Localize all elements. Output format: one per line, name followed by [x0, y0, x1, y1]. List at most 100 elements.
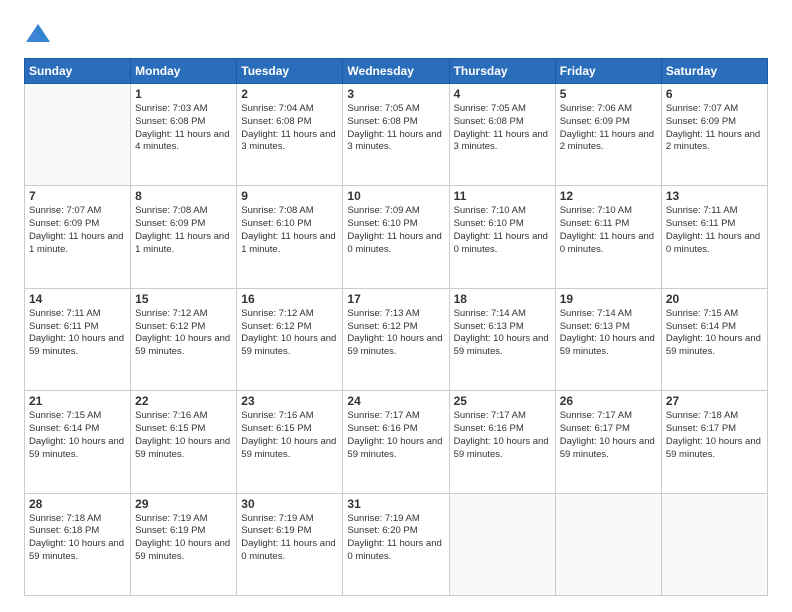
day-number: 22 — [135, 394, 232, 408]
calendar-cell: 12Sunrise: 7:10 AM Sunset: 6:11 PM Dayli… — [555, 186, 661, 288]
calendar-cell: 5 Sunrise: 7:06 AM Sunset: 6:09 PM Daylig… — [555, 84, 661, 186]
day-info: Sunrise: 7:19 AM Sunset: 6:20 PM Dayligh… — [347, 513, 444, 564]
day-number: 8 — [135, 189, 232, 203]
calendar-cell: 20Sunrise: 7:15 AM Sunset: 6:14 PM Dayli… — [661, 288, 767, 390]
calendar-cell: 4Sunrise: 7:05 AM Sunset: 6:08 PM Daylig… — [449, 84, 555, 186]
calendar-cell: 26 Sunrise: 7:17 AM Sunset: 6:17 PM Dayli… — [555, 391, 661, 493]
day-number: 24 — [347, 394, 444, 408]
day-info: Sunrise: 7:07 AM Sunset: 6:09 PM Dayligh… — [666, 103, 763, 154]
calendar-cell: 14Sunrise: 7:11 AM Sunset: 6:11 PM Dayli… — [25, 288, 131, 390]
calendar-cell — [25, 84, 131, 186]
day-number: 17 — [347, 292, 444, 306]
day-info: Sunrise: 7:17 AM Sunset: 6:16 PM Dayligh… — [347, 410, 444, 461]
day-info: Sunrise: 7:11 AM Sunset: 6:11 PM Dayligh… — [29, 308, 126, 359]
calendar-cell: 21Sunrise: 7:15 AM Sunset: 6:14 PM Dayli… — [25, 391, 131, 493]
calendar-cell: 2Sunrise: 7:04 AM Sunset: 6:08 PM Daylig… — [237, 84, 343, 186]
day-number: 11 — [454, 189, 551, 203]
day-number: 18 — [454, 292, 551, 306]
day-info: Sunrise: 7:12 AM Sunset: 6:12 PM Dayligh… — [135, 308, 232, 359]
calendar-cell: 30 Sunrise: 7:19 AM Sunset: 6:19 PM Dayli… — [237, 493, 343, 595]
day-info: Sunrise: 7:14 AM Sunset: 6:13 PM Dayligh… — [560, 308, 657, 359]
day-number: 29 — [135, 497, 232, 511]
day-info: Sunrise: 7:19 AM Sunset: 6:19 PM Dayligh… — [241, 513, 338, 564]
day-number: 3 — [347, 87, 444, 101]
calendar-cell: 28Sunrise: 7:18 AM Sunset: 6:18 PM Dayli… — [25, 493, 131, 595]
day-info: Sunrise: 7:10 AM Sunset: 6:10 PM Dayligh… — [454, 205, 551, 256]
calendar-col-header: Monday — [131, 59, 237, 84]
calendar-cell: 9 Sunrise: 7:08 AM Sunset: 6:10 PM Daylig… — [237, 186, 343, 288]
calendar-cell: 15 Sunrise: 7:12 AM Sunset: 6:12 PM Dayli… — [131, 288, 237, 390]
calendar-header-row: SundayMondayTuesdayWednesdayThursdayFrid… — [25, 59, 768, 84]
calendar-cell: 19 Sunrise: 7:14 AM Sunset: 6:13 PM Dayli… — [555, 288, 661, 390]
day-number: 31 — [347, 497, 444, 511]
day-info: Sunrise: 7:05 AM Sunset: 6:08 PM Dayligh… — [347, 103, 444, 154]
day-number: 1 — [135, 87, 232, 101]
day-info: Sunrise: 7:08 AM Sunset: 6:10 PM Dayligh… — [241, 205, 338, 256]
calendar-cell: 3 Sunrise: 7:05 AM Sunset: 6:08 PM Daylig… — [343, 84, 449, 186]
calendar-cell: 29Sunrise: 7:19 AM Sunset: 6:19 PM Dayli… — [131, 493, 237, 595]
day-info: Sunrise: 7:14 AM Sunset: 6:13 PM Dayligh… — [454, 308, 551, 359]
day-number: 9 — [241, 189, 338, 203]
day-info: Sunrise: 7:03 AM Sunset: 6:08 PM Dayligh… — [135, 103, 232, 154]
calendar-week-row: 1 Sunrise: 7:03 AM Sunset: 6:08 PM Daylig… — [25, 84, 768, 186]
calendar-cell: 7 Sunrise: 7:07 AM Sunset: 6:09 PM Daylig… — [25, 186, 131, 288]
calendar-col-header: Sunday — [25, 59, 131, 84]
calendar-cell — [661, 493, 767, 595]
day-info: Sunrise: 7:04 AM Sunset: 6:08 PM Dayligh… — [241, 103, 338, 154]
day-number: 5 — [560, 87, 657, 101]
page: SundayMondayTuesdayWednesdayThursdayFrid… — [0, 0, 792, 612]
calendar-cell: 6 Sunrise: 7:07 AM Sunset: 6:09 PM Daylig… — [661, 84, 767, 186]
calendar-cell: 10Sunrise: 7:09 AM Sunset: 6:10 PM Dayli… — [343, 186, 449, 288]
logo-icon — [24, 20, 52, 48]
calendar-cell: 27Sunrise: 7:18 AM Sunset: 6:17 PM Dayli… — [661, 391, 767, 493]
logo — [24, 20, 56, 48]
day-number: 4 — [454, 87, 551, 101]
calendar-cell: 11 Sunrise: 7:10 AM Sunset: 6:10 PM Dayli… — [449, 186, 555, 288]
day-info: Sunrise: 7:18 AM Sunset: 6:17 PM Dayligh… — [666, 410, 763, 461]
day-number: 23 — [241, 394, 338, 408]
day-number: 6 — [666, 87, 763, 101]
calendar-cell — [555, 493, 661, 595]
day-info: Sunrise: 7:17 AM Sunset: 6:16 PM Dayligh… — [454, 410, 551, 461]
day-info: Sunrise: 7:16 AM Sunset: 6:15 PM Dayligh… — [135, 410, 232, 461]
calendar-week-row: 7 Sunrise: 7:07 AM Sunset: 6:09 PM Daylig… — [25, 186, 768, 288]
day-info: Sunrise: 7:17 AM Sunset: 6:17 PM Dayligh… — [560, 410, 657, 461]
calendar-cell: 25Sunrise: 7:17 AM Sunset: 6:16 PM Dayli… — [449, 391, 555, 493]
day-number: 28 — [29, 497, 126, 511]
calendar-cell: 18 Sunrise: 7:14 AM Sunset: 6:13 PM Dayli… — [449, 288, 555, 390]
calendar-cell: 17 Sunrise: 7:13 AM Sunset: 6:12 PM Dayli… — [343, 288, 449, 390]
day-info: Sunrise: 7:07 AM Sunset: 6:09 PM Dayligh… — [29, 205, 126, 256]
calendar-cell: 23 Sunrise: 7:16 AM Sunset: 6:15 PM Dayli… — [237, 391, 343, 493]
calendar-col-header: Tuesday — [237, 59, 343, 84]
calendar-col-header: Friday — [555, 59, 661, 84]
day-number: 26 — [560, 394, 657, 408]
calendar-table: SundayMondayTuesdayWednesdayThursdayFrid… — [24, 58, 768, 596]
calendar-cell: 16 Sunrise: 7:12 AM Sunset: 6:12 PM Dayli… — [237, 288, 343, 390]
day-info: Sunrise: 7:16 AM Sunset: 6:15 PM Dayligh… — [241, 410, 338, 461]
calendar-cell: 24 Sunrise: 7:17 AM Sunset: 6:16 PM Dayli… — [343, 391, 449, 493]
calendar-week-row: 14Sunrise: 7:11 AM Sunset: 6:11 PM Dayli… — [25, 288, 768, 390]
calendar-cell: 8Sunrise: 7:08 AM Sunset: 6:09 PM Daylig… — [131, 186, 237, 288]
day-number: 13 — [666, 189, 763, 203]
day-info: Sunrise: 7:06 AM Sunset: 6:09 PM Dayligh… — [560, 103, 657, 154]
calendar-week-row: 21Sunrise: 7:15 AM Sunset: 6:14 PM Dayli… — [25, 391, 768, 493]
day-info: Sunrise: 7:13 AM Sunset: 6:12 PM Dayligh… — [347, 308, 444, 359]
day-number: 19 — [560, 292, 657, 306]
day-number: 7 — [29, 189, 126, 203]
calendar-week-row: 28Sunrise: 7:18 AM Sunset: 6:18 PM Dayli… — [25, 493, 768, 595]
header — [24, 20, 768, 48]
day-number: 30 — [241, 497, 338, 511]
day-number: 20 — [666, 292, 763, 306]
calendar-cell: 1 Sunrise: 7:03 AM Sunset: 6:08 PM Daylig… — [131, 84, 237, 186]
calendar-col-header: Saturday — [661, 59, 767, 84]
day-number: 21 — [29, 394, 126, 408]
day-info: Sunrise: 7:10 AM Sunset: 6:11 PM Dayligh… — [560, 205, 657, 256]
calendar-cell: 13 Sunrise: 7:11 AM Sunset: 6:11 PM Dayli… — [661, 186, 767, 288]
day-info: Sunrise: 7:09 AM Sunset: 6:10 PM Dayligh… — [347, 205, 444, 256]
day-number: 15 — [135, 292, 232, 306]
calendar-col-header: Wednesday — [343, 59, 449, 84]
day-number: 16 — [241, 292, 338, 306]
calendar-cell: 31 Sunrise: 7:19 AM Sunset: 6:20 PM Dayli… — [343, 493, 449, 595]
day-info: Sunrise: 7:11 AM Sunset: 6:11 PM Dayligh… — [666, 205, 763, 256]
day-info: Sunrise: 7:12 AM Sunset: 6:12 PM Dayligh… — [241, 308, 338, 359]
